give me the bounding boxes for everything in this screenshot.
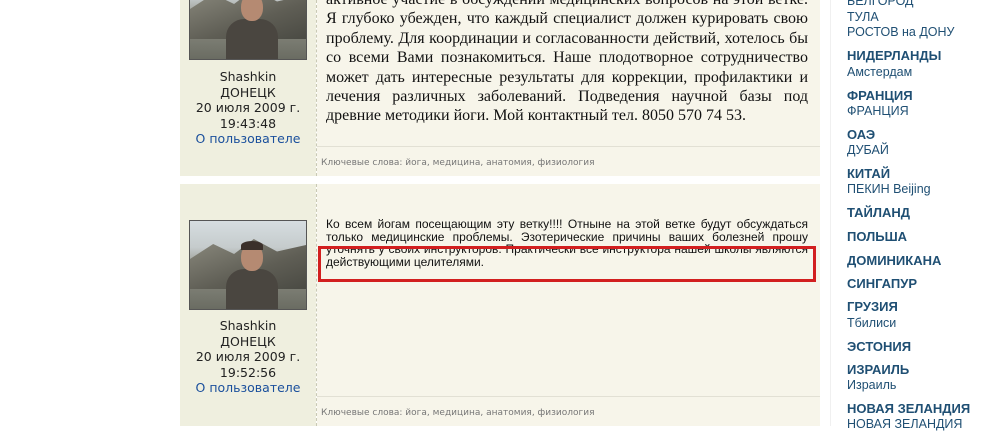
- author-panel: Shashkin ДОНЕЦК 20 июля 2009 г. 19:43:48…: [180, 0, 316, 176]
- sidebar-item-thailand[interactable]: ТАЙЛАНД: [847, 205, 910, 220]
- sidebar-item-china[interactable]: КИТАЙ: [847, 166, 890, 181]
- avatar[interactable]: [189, 0, 307, 60]
- sidebar-item-poland[interactable]: ПОЛЬША: [847, 229, 907, 244]
- sidebar-item-dominicana[interactable]: ДОМИНИКАНА: [847, 253, 941, 268]
- sidebar-item-israel[interactable]: ИЗРАИЛЬ: [847, 362, 909, 377]
- sidebar-item-new-zealand[interactable]: НОВАЯ ЗЕЛАНДИЯ: [847, 401, 970, 416]
- post-time: 19:43:48: [219, 115, 277, 131]
- sidebar-item-tbilisi[interactable]: Тбилиси: [847, 316, 896, 330]
- profile-link[interactable]: О пользователе: [180, 131, 316, 147]
- forum-post: Shashkin ДОНЕЦК 20 июля 2009 г. 19:52:56…: [180, 184, 820, 426]
- author-panel: Shashkin ДОНЕЦК 20 июля 2009 г. 19:52:56…: [180, 184, 316, 426]
- sidebar-item-uae[interactable]: ОАЭ: [847, 127, 875, 142]
- sidebar-item-rostov[interactable]: РОСТОВ на ДОНУ: [847, 25, 955, 39]
- post-time: 19:52:56: [219, 364, 277, 380]
- sidebar-item-belgorod[interactable]: БЕЛГОРОД: [847, 0, 914, 8]
- sidebar-item-new-zealand-city[interactable]: НОВАЯ ЗЕЛАНДИЯ: [847, 417, 962, 431]
- avatar[interactable]: [189, 220, 307, 310]
- post-date: 20 июля 2009 г.: [195, 100, 301, 115]
- sidebar-item-singapore[interactable]: СИНГАПУР: [847, 276, 917, 291]
- divider: [317, 396, 820, 397]
- sidebar-item-israel-city[interactable]: Израиль: [847, 378, 896, 392]
- forum-thread: Shashkin ДОНЕЦК 20 июля 2009 г. 19:43:48…: [180, 0, 820, 426]
- author-city: ДОНЕЦК: [220, 84, 276, 100]
- sidebar-locations: БЕЛГОРОД ТУЛА РОСТОВ на ДОНУ НИДЕРЛАНДЫ …: [830, 0, 1000, 431]
- post-keywords: Ключевые слова: йога, медицина, анатомия…: [321, 158, 595, 168]
- sidebar-item-estonia[interactable]: ЭСТОНИЯ: [847, 339, 911, 354]
- sidebar-item-georgia[interactable]: ГРУЗИЯ: [847, 299, 898, 314]
- author-name: Shashkin: [219, 69, 277, 84]
- sidebar-item-dubai[interactable]: ДУБАЙ: [847, 143, 889, 157]
- profile-link[interactable]: О пользователе: [180, 380, 316, 396]
- post-body: активное участие в обсуждении медицински…: [326, 0, 808, 125]
- post-date: 20 июля 2009 г.: [195, 349, 301, 364]
- forum-post: Shashkin ДОНЕЦК 20 июля 2009 г. 19:43:48…: [180, 0, 820, 176]
- author-info: Shashkin ДОНЕЦК 20 июля 2009 г. 19:43:48…: [180, 69, 316, 147]
- post-separator: [180, 176, 820, 184]
- author-name: Shashkin: [219, 318, 277, 333]
- sidebar-item-netherlands[interactable]: НИДЕРЛАНДЫ: [847, 48, 941, 63]
- sidebar-item-tula[interactable]: ТУЛА: [847, 10, 879, 24]
- sidebar-item-beijing[interactable]: ПЕКИН Beijing: [847, 182, 931, 196]
- sidebar-item-amsterdam[interactable]: Амстердам: [847, 65, 912, 79]
- sidebar-item-france-city[interactable]: ФРАНЦИЯ: [847, 104, 909, 118]
- post-keywords: Ключевые слова: йога, медицина, анатомия…: [321, 408, 595, 418]
- author-city: ДОНЕЦК: [220, 333, 276, 349]
- author-info: Shashkin ДОНЕЦК 20 июля 2009 г. 19:52:56…: [180, 318, 316, 396]
- divider: [317, 146, 820, 147]
- highlight-annotation: [318, 246, 816, 282]
- sidebar-item-france[interactable]: ФРАНЦИЯ: [847, 88, 913, 103]
